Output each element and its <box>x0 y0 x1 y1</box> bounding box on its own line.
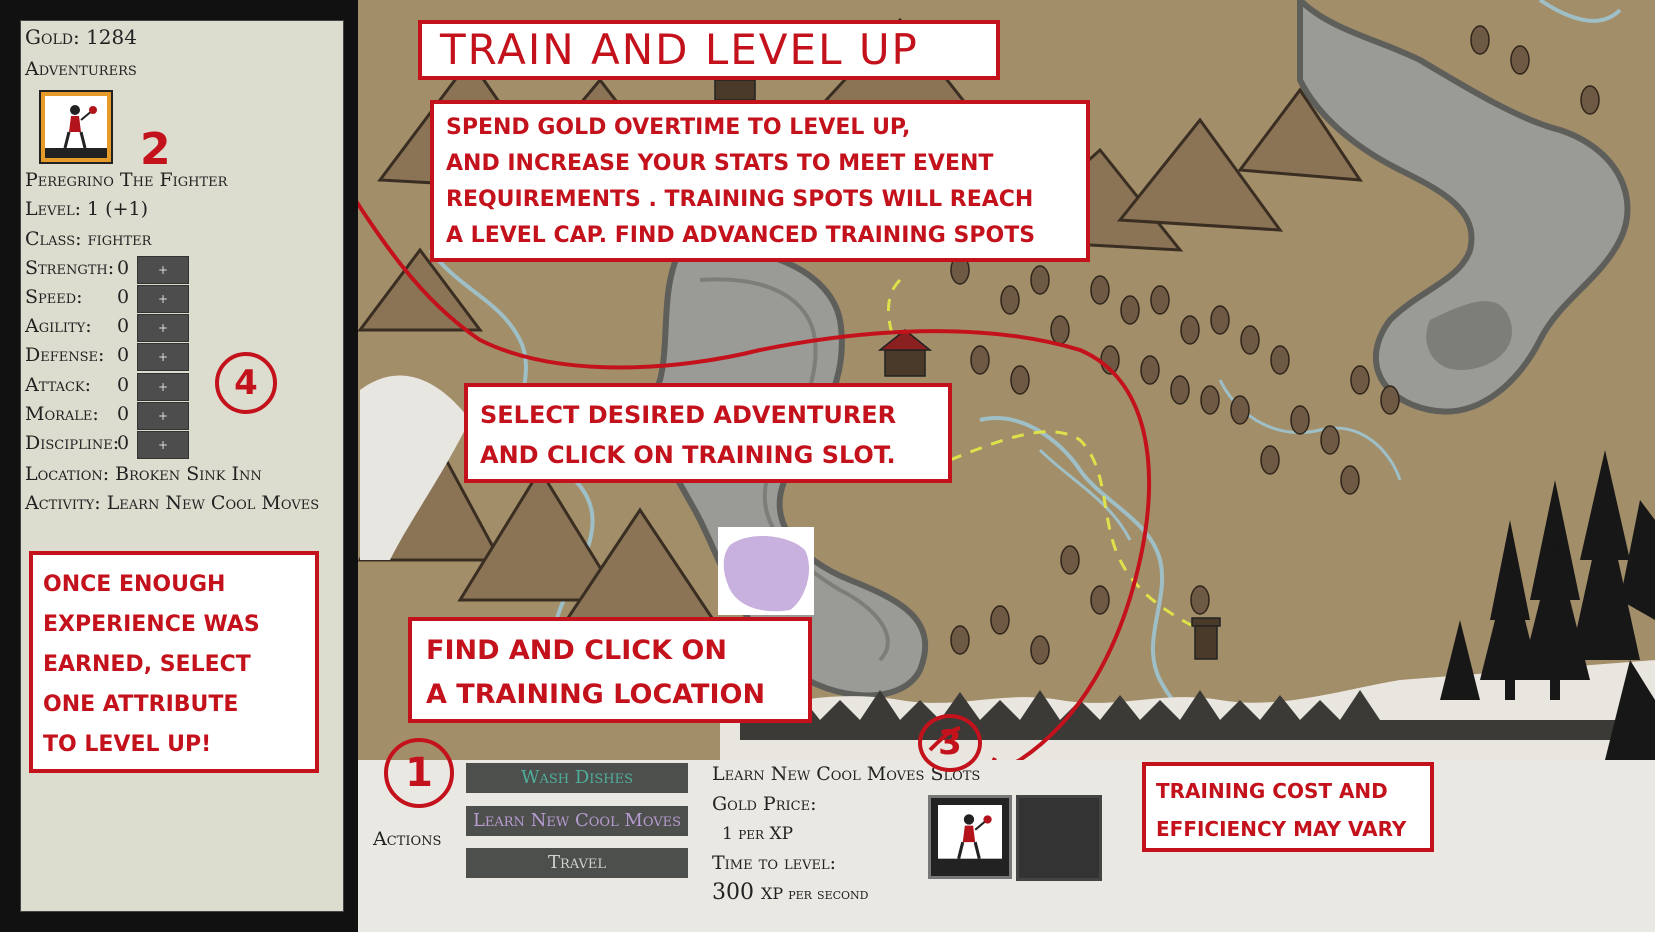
step-3-marker: 3 <box>918 714 982 772</box>
gold-amount: Gold: 1284 <box>25 25 137 49</box>
title-annotation: Train and level up <box>418 20 1000 80</box>
attack-plus-button[interactable]: + <box>137 373 189 401</box>
note-line: Find and click on <box>426 635 727 666</box>
note-line: efficiency may vary <box>1156 817 1407 841</box>
gold-price-value: 1 per XP <box>722 824 794 844</box>
stat-strength-value: 0 <box>117 257 130 279</box>
stat-discipline-label: Discipline: <box>25 432 120 454</box>
strength-plus-button[interactable]: + <box>137 256 189 284</box>
adventurers-heading: Adventurers <box>25 58 137 80</box>
speed-plus-button[interactable]: + <box>137 285 189 313</box>
time-to-level-value: 300 XP per second <box>712 880 869 905</box>
spend-gold-annotation: Spend gold overtime to level up, and inc… <box>430 100 1090 262</box>
training-slot-empty[interactable] <box>1016 795 1102 881</box>
adventurer-panel-inner: Gold: 1284 Adventurers Peregrino The Fig… <box>20 20 344 912</box>
note-line: a level cap. Find advanced training spot… <box>446 223 1036 248</box>
step-2-marker: 2 <box>140 124 171 175</box>
stat-discipline-value: 0 <box>117 432 130 454</box>
stat-attack-label: Attack: <box>25 374 92 396</box>
training-cost-annotation: Training cost and efficiency may vary <box>1142 762 1434 852</box>
step-4-marker: 4 <box>215 352 277 414</box>
adventurer-level: Level: 1 (+1) <box>25 198 149 220</box>
note-line: Spend gold overtime to level up, <box>446 115 911 140</box>
level-up-instruction-note: Once enough experience was earned, selec… <box>29 551 319 773</box>
learn-new-cool-moves-button[interactable]: Learn New Cool Moves <box>466 806 688 836</box>
stat-speed-value: 0 <box>117 286 130 308</box>
adventurer-panel: Gold: 1284 Adventurers Peregrino The Fig… <box>0 0 358 932</box>
actions-label: Actions <box>373 828 442 850</box>
xp-rate-number: 300 <box>712 880 754 905</box>
stat-attack-value: 0 <box>117 374 130 396</box>
step-1-number: 1 <box>405 750 433 796</box>
title-text: Train and level up <box>440 25 919 74</box>
defense-plus-button[interactable]: + <box>137 343 189 371</box>
note-line: experience was <box>43 612 260 637</box>
note-line: requirements . Training spots will reach <box>446 187 1034 212</box>
training-slot-occupied[interactable] <box>928 795 1012 879</box>
xp-rate-unit: XP per second <box>761 884 869 903</box>
fighter-icon <box>938 814 1002 869</box>
stat-speed-label: Speed: <box>25 286 83 308</box>
select-adventurer-annotation: Select desired adventurer and click on t… <box>464 383 952 483</box>
stat-defense-label: Defense: <box>25 344 105 366</box>
find-location-annotation: Find and click on a training location <box>408 617 812 723</box>
discipline-plus-button[interactable]: + <box>137 431 189 459</box>
note-line: Select desired adventurer <box>480 401 897 429</box>
action-bar: Actions Wash Dishes Learn New Cool Moves… <box>358 760 1655 932</box>
note-line: to level up! <box>43 732 212 757</box>
time-to-level-label: Time to level: <box>712 852 837 874</box>
stat-strength-label: Strength: <box>25 257 115 279</box>
note-line: a training location <box>426 679 766 710</box>
stat-agility-value: 0 <box>117 315 130 337</box>
step-1-marker: 1 <box>384 738 454 808</box>
note-line: Once enough <box>43 572 226 597</box>
stat-defense-value: 0 <box>117 344 130 366</box>
adventurer-class: Class: fighter <box>25 228 152 250</box>
note-line: and click on training slot. <box>480 441 896 469</box>
adventurer-portrait[interactable] <box>39 90 113 164</box>
stat-agility-label: Agility: <box>25 315 92 337</box>
game-screen: Gold: 1284 Adventurers Peregrino The Fig… <box>0 0 1655 932</box>
morale-plus-button[interactable]: + <box>137 402 189 430</box>
step-4-number: 4 <box>234 363 258 403</box>
note-line: one attribute <box>43 692 239 717</box>
adventurer-activity: Activity: Learn New Cool Moves <box>25 492 320 514</box>
note-line: Training cost and <box>1156 779 1388 803</box>
agility-plus-button[interactable]: + <box>137 314 189 342</box>
stat-morale-label: Morale: <box>25 403 99 425</box>
stat-morale-value: 0 <box>117 403 130 425</box>
wash-dishes-button[interactable]: Wash Dishes <box>466 763 688 793</box>
gold-price-label: Gold Price: <box>712 793 817 815</box>
note-line: earned, select <box>43 652 251 677</box>
fighter-icon <box>45 105 107 158</box>
travel-button[interactable]: Travel <box>466 848 688 878</box>
adventurer-location: Location: Broken Sink Inn <box>25 463 262 485</box>
step-3-number: 3 <box>938 723 962 763</box>
adventurer-name: Peregrino The Fighter <box>25 169 228 191</box>
note-line: and increase your stats to meet event <box>446 151 994 176</box>
